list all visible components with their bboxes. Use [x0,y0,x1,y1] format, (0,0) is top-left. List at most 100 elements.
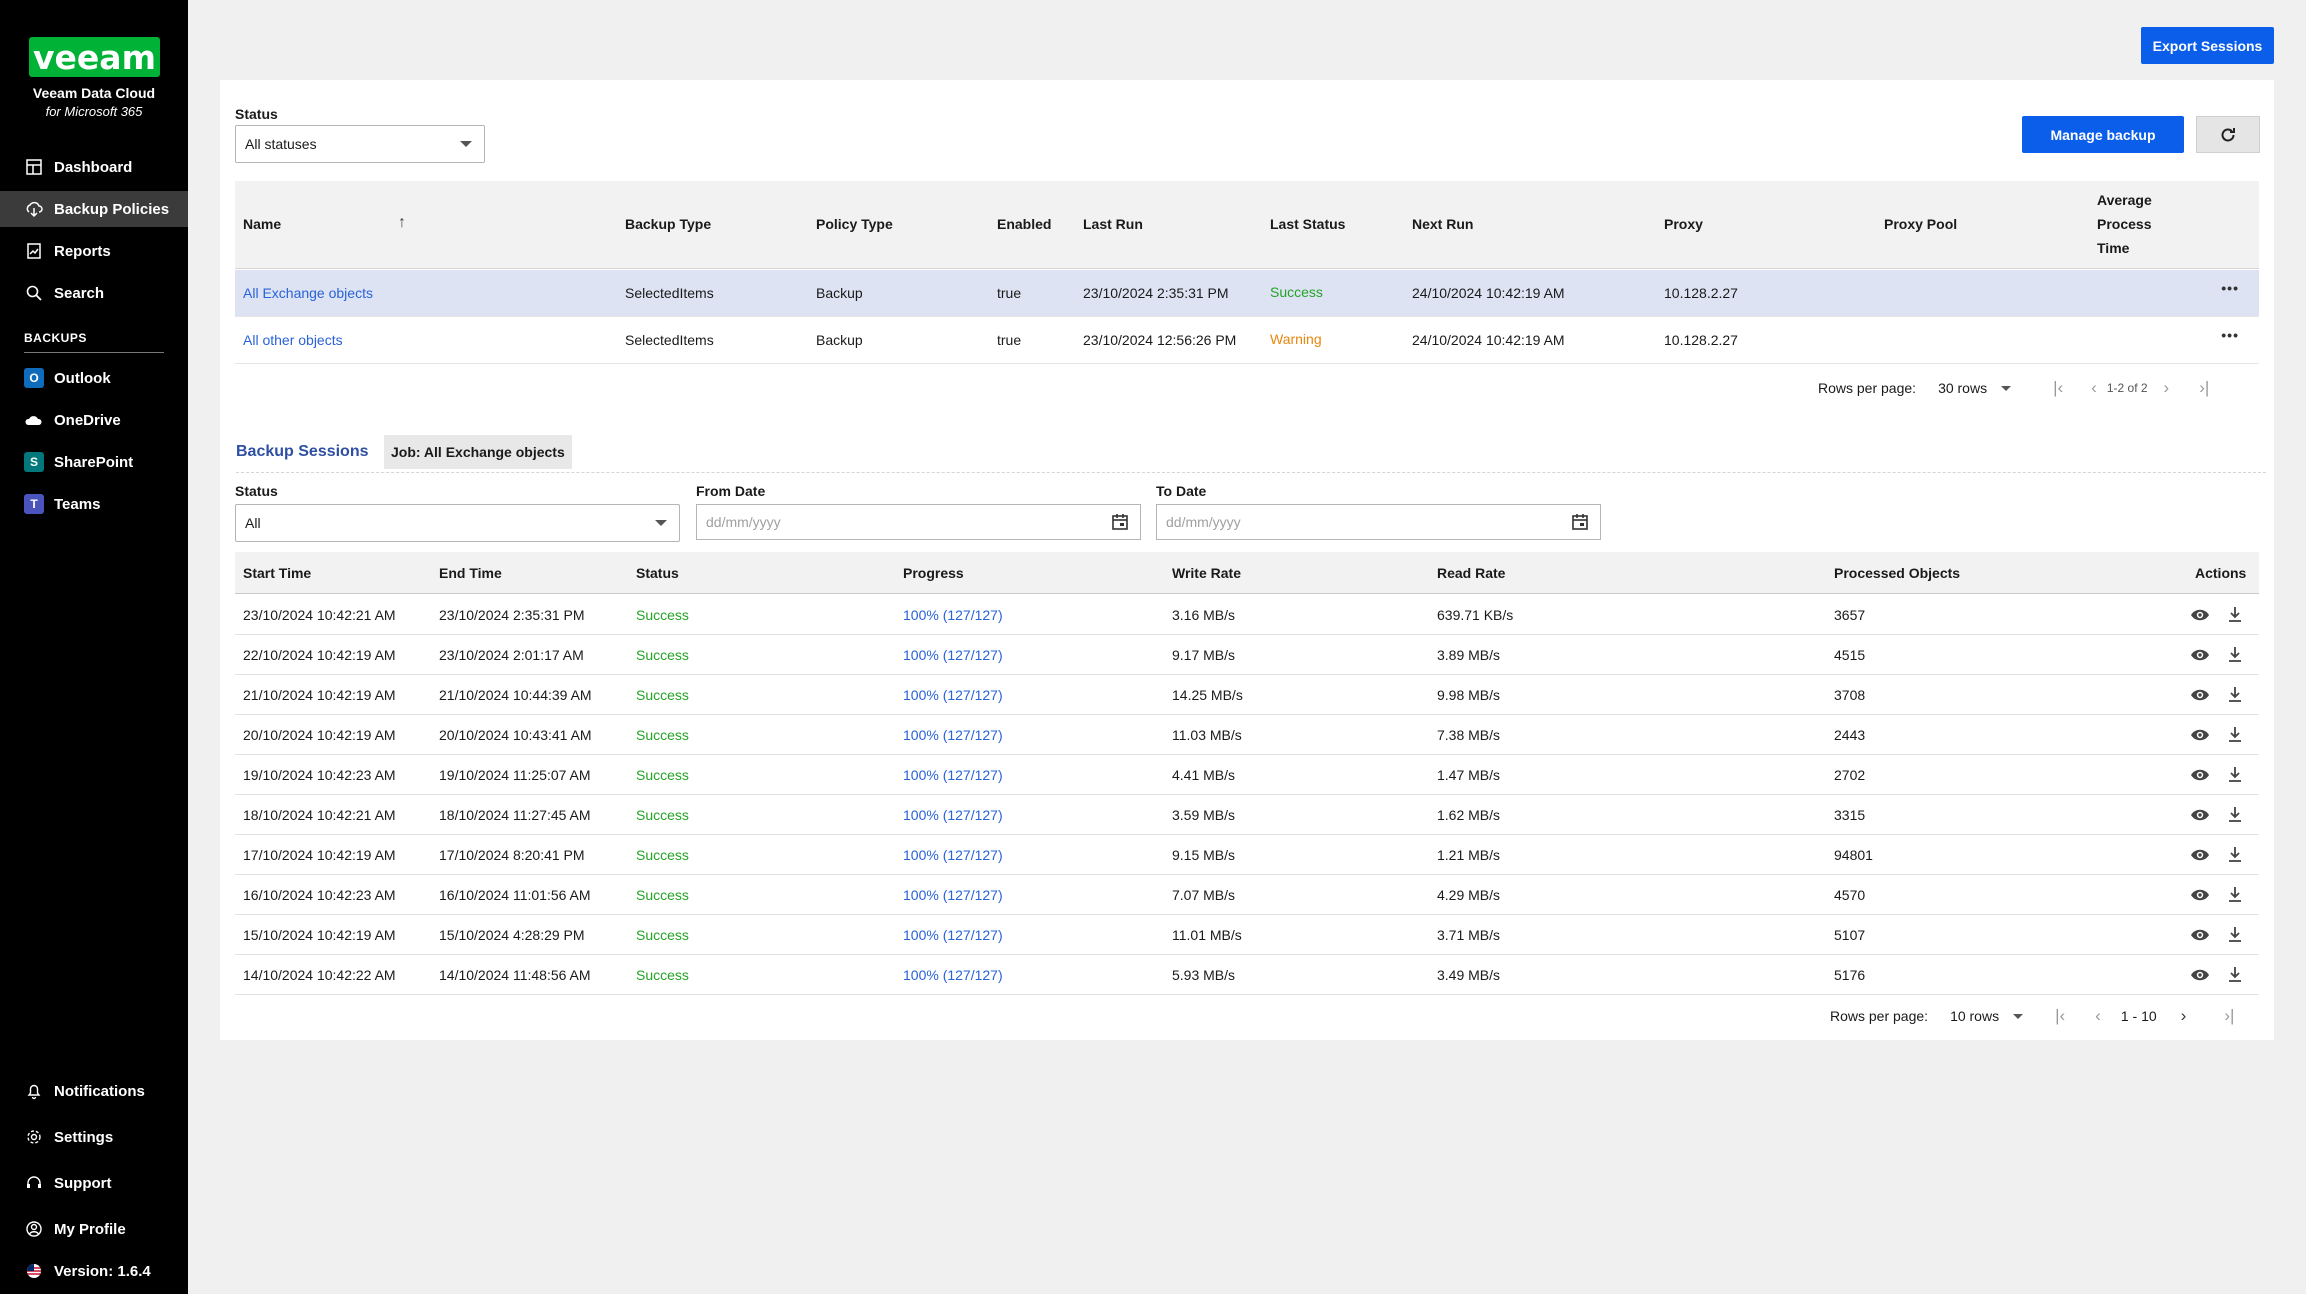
col-name[interactable]: Name [243,216,281,232]
col-end-time[interactable]: End Time [439,565,502,581]
col-proxy[interactable]: Proxy [1664,216,1703,232]
sidebar-item-outlook[interactable]: O Outlook [0,360,188,396]
download-icon[interactable] [2227,765,2243,783]
more-options-icon[interactable]: ••• [2221,327,2239,343]
view-icon[interactable] [2190,606,2210,624]
first-page-icon[interactable]: |‹ [2055,1006,2065,1026]
session-progress[interactable]: 100% (127/127) [903,687,1003,703]
calendar-icon[interactable] [1110,512,1130,532]
table-row[interactable]: 19/10/2024 10:42:23 AM 19/10/2024 11:25:0… [235,755,2259,795]
table-row[interactable]: 18/10/2024 10:42:21 AM 18/10/2024 11:27:4… [235,795,2259,835]
sidebar-item-notifications[interactable]: Notifications [0,1073,188,1109]
policy-status-select[interactable]: All statuses [235,125,485,163]
view-icon[interactable] [2190,726,2210,744]
sessions-status-select[interactable]: All [235,504,680,542]
view-icon[interactable] [2190,646,2210,664]
col-avg-line-2[interactable]: Process [2097,216,2151,232]
session-progress[interactable]: 100% (127/127) [903,647,1003,663]
refresh-button[interactable] [2196,116,2260,153]
sort-ascending-icon[interactable]: ↑ [398,214,406,232]
sidebar-item-settings[interactable]: Settings [0,1119,188,1155]
download-icon[interactable] [2227,645,2243,663]
sidebar-item-version[interactable]: Version: 1.6.4 [0,1253,188,1289]
prev-page-icon[interactable]: ‹ [2091,378,2097,398]
col-processed-objects[interactable]: Processed Objects [1834,565,1960,581]
col-last-run[interactable]: Last Run [1083,216,1143,232]
chevron-down-icon[interactable] [2001,385,2012,391]
download-icon[interactable] [2227,965,2243,983]
manage-backup-button[interactable]: Manage backup [2022,116,2184,153]
download-icon[interactable] [2227,725,2243,743]
session-progress[interactable]: 100% (127/127) [903,847,1003,863]
to-date-field[interactable]: dd/mm/yyyy [1156,504,1601,540]
view-icon[interactable] [2190,926,2210,944]
download-icon[interactable] [2227,605,2243,623]
next-page-icon[interactable]: › [2181,1006,2187,1026]
download-icon[interactable] [2227,845,2243,863]
table-row[interactable]: 14/10/2024 10:42:22 AM 14/10/2024 11:48:5… [235,955,2259,995]
table-row[interactable]: 20/10/2024 10:42:19 AM 20/10/2024 10:43:4… [235,715,2259,755]
col-policy-type[interactable]: Policy Type [816,216,893,232]
first-page-icon[interactable]: |‹ [2053,378,2063,398]
calendar-icon[interactable] [1570,512,1590,532]
sidebar-item-dashboard[interactable]: Dashboard [0,149,188,185]
col-progress[interactable]: Progress [903,565,964,581]
last-page-icon[interactable]: ›| [2199,378,2209,398]
sidebar-item-support[interactable]: Support [0,1165,188,1201]
job-chip[interactable]: Job: All Exchange objects [384,435,572,469]
col-status[interactable]: Status [636,565,679,581]
table-row[interactable]: All Exchange objects SelectedItems Backu… [235,270,2259,317]
sidebar-item-reports[interactable]: Reports [0,233,188,269]
sidebar-item-sharepoint[interactable]: S SharePoint [0,444,188,480]
col-avg-line-3[interactable]: Time [2097,240,2129,256]
view-icon[interactable] [2190,966,2210,984]
view-icon[interactable] [2190,886,2210,904]
view-icon[interactable] [2190,766,2210,784]
export-sessions-button[interactable]: Export Sessions [2141,27,2274,64]
from-date-field[interactable]: dd/mm/yyyy [696,504,1141,540]
prev-page-icon[interactable]: ‹ [2095,1006,2101,1026]
table-row[interactable]: 16/10/2024 10:42:23 AM 16/10/2024 11:01:5… [235,875,2259,915]
col-last-status[interactable]: Last Status [1270,216,1345,232]
col-read-rate[interactable]: Read Rate [1437,565,1505,581]
tab-backup-sessions[interactable]: Backup Sessions [236,443,369,461]
chevron-down-icon[interactable] [2013,1013,2024,1019]
table-row[interactable]: 15/10/2024 10:42:19 AM 15/10/2024 4:28:29… [235,915,2259,955]
col-enabled[interactable]: Enabled [997,216,1051,232]
policy-name-link[interactable]: All other objects [243,332,343,348]
sidebar-item-onedrive[interactable]: OneDrive [0,402,188,438]
session-progress[interactable]: 100% (127/127) [903,807,1003,823]
last-page-icon[interactable]: ›| [2224,1006,2234,1026]
table-row[interactable]: All other objects SelectedItems Backup t… [235,317,2259,364]
sidebar-item-teams[interactable]: T Teams [0,486,188,522]
table-row[interactable]: 21/10/2024 10:42:19 AM 21/10/2024 10:44:3… [235,675,2259,715]
download-icon[interactable] [2227,925,2243,943]
download-icon[interactable] [2227,885,2243,903]
session-progress[interactable]: 100% (127/127) [903,967,1003,983]
next-page-icon[interactable]: › [2164,378,2170,398]
table-row[interactable]: 22/10/2024 10:42:19 AM 23/10/2024 2:01:17… [235,635,2259,675]
session-progress[interactable]: 100% (127/127) [903,607,1003,623]
rows-per-page-select[interactable]: 10 rows [1950,1008,1999,1024]
col-start-time[interactable]: Start Time [243,565,311,581]
session-progress[interactable]: 100% (127/127) [903,887,1003,903]
view-icon[interactable] [2190,806,2210,824]
rows-per-page-select[interactable]: 30 rows [1938,380,1987,396]
table-row[interactable]: 23/10/2024 10:42:21 AM 23/10/2024 2:35:31… [235,595,2259,635]
download-icon[interactable] [2227,805,2243,823]
col-backup-type[interactable]: Backup Type [625,216,711,232]
sidebar-item-my-profile[interactable]: My Profile [0,1211,188,1247]
more-options-icon[interactable]: ••• [2221,280,2239,296]
col-proxy-pool[interactable]: Proxy Pool [1884,216,1957,232]
session-progress[interactable]: 100% (127/127) [903,927,1003,943]
table-row[interactable]: 17/10/2024 10:42:19 AM 17/10/2024 8:20:41… [235,835,2259,875]
view-icon[interactable] [2190,686,2210,704]
session-progress[interactable]: 100% (127/127) [903,727,1003,743]
download-icon[interactable] [2227,685,2243,703]
sidebar-item-search[interactable]: Search [0,275,188,311]
col-write-rate[interactable]: Write Rate [1172,565,1241,581]
sidebar-item-backup-policies[interactable]: Backup Policies [0,191,188,227]
policy-name-link[interactable]: All Exchange objects [243,285,373,301]
col-next-run[interactable]: Next Run [1412,216,1473,232]
session-progress[interactable]: 100% (127/127) [903,767,1003,783]
